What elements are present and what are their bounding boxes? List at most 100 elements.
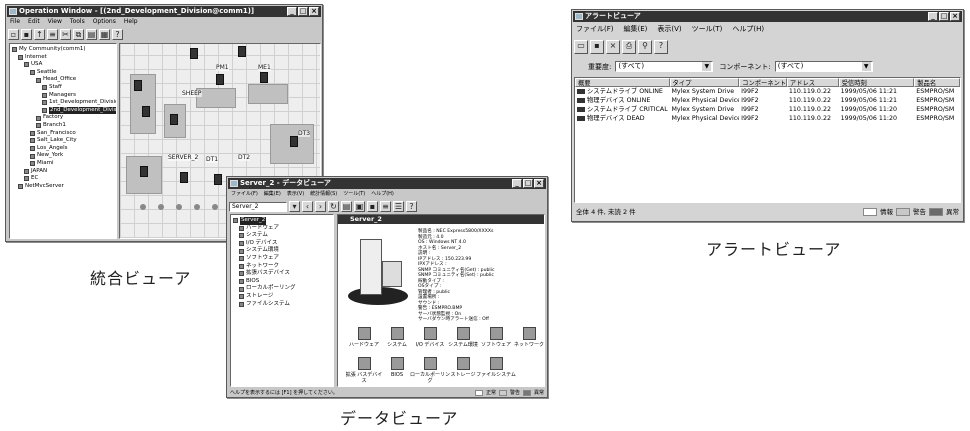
large-icons-icon[interactable]: ▣ <box>354 201 365 212</box>
computer-icon[interactable] <box>290 136 298 147</box>
small-icons-icon[interactable]: ▪ <box>367 201 378 212</box>
list-icon[interactable]: ≡ <box>380 201 391 212</box>
map-label-dt2[interactable]: DT2 <box>238 154 251 161</box>
menu-options[interactable]: Options <box>93 17 116 27</box>
menu-tools[interactable]: ツール(T) <box>343 189 365 199</box>
chevron-down-icon[interactable]: ▾ <box>289 201 300 212</box>
data-viewer-titlebar[interactable]: Server_2 - データビューア _ □ × <box>228 178 546 189</box>
map-label-dt3[interactable]: DT3 <box>298 130 311 137</box>
tree-node[interactable]: NetMvcServer <box>12 183 114 191</box>
back-icon[interactable]: ‹ <box>302 201 313 212</box>
category-icon-tile[interactable]: ファイルシステム <box>476 357 516 378</box>
table-row[interactable]: システムドライブ ONLINE Mylex System Drive I99F2 11… <box>575 87 960 96</box>
tree-node[interactable]: ローカルポーリング <box>233 285 331 293</box>
component-select[interactable]: (すべて) ▼ <box>774 61 873 72</box>
column-header[interactable]: 製品名 <box>914 78 960 87</box>
paste-icon[interactable]: ▤ <box>86 29 97 40</box>
close-button[interactable]: × <box>534 179 544 188</box>
importance-select[interactable]: (すべて) ▼ <box>615 61 714 72</box>
computer-icon[interactable] <box>170 114 178 125</box>
category-icon-tile[interactable]: ネットワーク <box>509 327 544 348</box>
menu-file[interactable]: ファイル(F) <box>576 23 614 35</box>
open-icon[interactable]: ▪ <box>21 29 32 40</box>
menu-edit[interactable]: 編集(E) <box>264 189 281 199</box>
column-header[interactable]: タイプ <box>669 78 740 87</box>
copy-icon[interactable]: ⧉ <box>73 29 84 40</box>
chevron-down-icon[interactable]: ▼ <box>702 62 712 71</box>
tree-node[interactable]: Factory <box>12 114 114 122</box>
column-header[interactable]: 概要 <box>575 78 670 87</box>
computer-icon[interactable] <box>140 166 148 177</box>
new-icon[interactable]: ▫ <box>8 29 19 40</box>
tree-node[interactable]: JAPAN <box>12 168 114 176</box>
computer-icon[interactable] <box>216 74 224 85</box>
tree-node[interactable]: 拡張バスデバイス <box>233 270 331 278</box>
tree-node[interactable]: Head_Office <box>12 76 114 84</box>
tree-node[interactable]: EC <box>12 175 114 183</box>
delete-icon[interactable]: × <box>606 40 620 54</box>
menu-stats[interactable]: 統計情報(S) <box>310 189 337 199</box>
computer-icon[interactable] <box>180 172 188 183</box>
refresh-icon[interactable]: ↻ <box>328 201 339 212</box>
maximize-button[interactable]: □ <box>939 12 949 21</box>
forward-icon[interactable]: › <box>315 201 326 212</box>
menu-edit[interactable]: 編集(E) <box>624 23 648 35</box>
minimize-button[interactable]: _ <box>512 179 522 188</box>
computer-icon[interactable] <box>260 72 268 83</box>
menu-help[interactable]: ヘルプ(H) <box>732 23 764 35</box>
tree-node[interactable]: Managers <box>12 92 114 100</box>
menu-view[interactable]: 表示(V) <box>287 189 304 199</box>
tree-node[interactable]: 1st_Development_Division <box>12 99 116 107</box>
tree-node[interactable]: USA <box>12 61 114 69</box>
menu-file[interactable]: File <box>10 17 20 27</box>
cut-icon[interactable]: ✂ <box>60 29 71 40</box>
tree-node[interactable]: New_York <box>12 152 114 160</box>
menu-tools[interactable]: Tools <box>70 17 85 27</box>
tree-node[interactable]: Los_Angels <box>12 145 114 153</box>
server-select[interactable]: Server_2 <box>229 201 287 212</box>
tree-node[interactable]: Staff <box>12 84 114 92</box>
tree-node[interactable]: My Community(comm1) <box>12 46 114 54</box>
find-icon[interactable]: ⚲ <box>638 40 652 54</box>
print-icon[interactable]: ⎙ <box>622 40 636 54</box>
help-icon[interactable]: ? <box>112 29 123 40</box>
menu-tools[interactable]: ツール(T) <box>692 23 723 35</box>
column-header[interactable]: コンポーネント <box>739 78 787 87</box>
map-label-me1[interactable]: ME1 <box>258 64 271 71</box>
menu-view[interactable]: View <box>48 17 62 27</box>
maximize-button[interactable]: □ <box>523 179 533 188</box>
menu-view[interactable]: 表示(V) <box>657 23 681 35</box>
tree-node[interactable]: ファイルシステム <box>233 301 331 309</box>
computer-icon[interactable] <box>190 48 198 59</box>
map-label-pm1[interactable]: PM1 <box>216 64 229 71</box>
properties-icon[interactable]: ≡ <box>47 29 58 40</box>
details-icon[interactable]: ☰ <box>393 201 404 212</box>
tree-node[interactable]: Seattle <box>12 69 114 77</box>
operation-window-titlebar[interactable]: Operation Window - [(2nd_Development_Div… <box>7 6 321 17</box>
tree-node[interactable]: システム環境 <box>233 247 331 255</box>
map-label-dt1[interactable]: DT1 <box>206 156 219 163</box>
tree-node[interactable]: 2nd_Development_Division <box>12 106 116 115</box>
computer-icon[interactable] <box>238 46 246 57</box>
map-label-server2[interactable]: SERVER_2 <box>168 154 199 161</box>
close-button[interactable]: × <box>309 7 319 16</box>
computer-icon[interactable] <box>134 80 142 91</box>
tree-node[interactable]: Branch1 <box>12 122 114 130</box>
save-icon[interactable]: ▪ <box>590 40 604 54</box>
tree-node[interactable]: Internet <box>12 54 114 62</box>
open-icon[interactable]: ▭ <box>574 40 588 54</box>
computer-icon[interactable] <box>214 174 222 185</box>
menu-help[interactable]: ヘルプ(H) <box>371 189 394 199</box>
close-button[interactable]: × <box>950 12 960 21</box>
column-header[interactable]: 受信時刻 <box>838 78 915 87</box>
grid-icon[interactable]: ▦ <box>99 29 110 40</box>
help-icon[interactable]: ? <box>654 40 668 54</box>
table-row[interactable]: 物理デバイス ONLINE Mylex Physical Device I99F2 1… <box>575 96 960 105</box>
tree-node[interactable]: ソフトウェア <box>233 255 331 263</box>
tree-node[interactable]: Salt_Lake_City <box>12 137 114 145</box>
menu-file[interactable]: ファイル(F) <box>231 189 258 199</box>
alert-viewer-titlebar[interactable]: アラートビューア _ □ × <box>573 11 962 22</box>
chevron-down-icon[interactable]: ▼ <box>861 62 871 71</box>
maximize-button[interactable]: □ <box>298 7 308 16</box>
minimize-button[interactable]: _ <box>287 7 297 16</box>
